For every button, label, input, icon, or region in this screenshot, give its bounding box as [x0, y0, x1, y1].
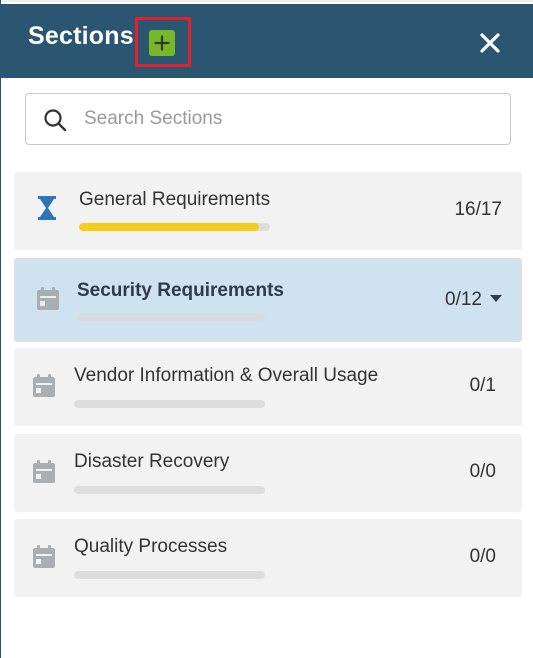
section-count: 0/0 — [469, 546, 496, 567]
calendar-icon — [33, 460, 55, 483]
plus-icon — [154, 35, 170, 51]
section-item-disaster-recovery[interactable]: Disaster Recovery 0/0 — [14, 434, 522, 512]
panel-title: Sections — [28, 22, 134, 50]
section-progress-bar — [79, 223, 270, 231]
section-item-vendor-information[interactable]: Vendor Information & Overall Usage 0/1 — [14, 348, 522, 426]
add-section-button[interactable] — [149, 30, 175, 56]
section-progress-bar — [74, 486, 265, 494]
hourglass-icon — [38, 196, 56, 220]
section-title: Quality Processes — [74, 536, 228, 557]
window-left-edge — [0, 0, 1, 658]
window-top-edge — [0, 0, 533, 2]
close-icon — [480, 33, 500, 53]
section-title: General Requirements — [79, 189, 271, 210]
calendar-icon — [33, 545, 55, 568]
section-title: Disaster Recovery — [74, 451, 230, 472]
sections-header: Sections — [0, 4, 533, 78]
calendar-icon — [37, 287, 59, 310]
section-item-security-requirements[interactable]: Security Requirements 0/12 — [14, 258, 522, 342]
section-progress-bar — [74, 571, 265, 579]
section-item-general-requirements[interactable]: General Requirements 16/17 — [14, 172, 522, 250]
section-title: Security Requirements — [77, 280, 284, 301]
section-count: 0/0 — [469, 461, 496, 482]
search-icon — [44, 109, 67, 132]
section-count: 0/1 — [469, 375, 496, 396]
section-progress-bar — [77, 313, 266, 321]
search-input[interactable] — [84, 104, 484, 134]
section-count: 0/12 — [445, 289, 482, 310]
chevron-down-icon[interactable] — [490, 295, 502, 303]
calendar-icon — [33, 374, 55, 397]
search-box[interactable] — [25, 93, 511, 145]
close-button[interactable] — [476, 29, 504, 57]
section-progress-bar — [74, 400, 265, 408]
section-title: Vendor Information & Overall Usage — [74, 365, 379, 386]
section-progress-fill — [79, 223, 259, 231]
section-item-quality-processes[interactable]: Quality Processes 0/0 — [14, 519, 522, 597]
section-count: 16/17 — [454, 199, 502, 220]
